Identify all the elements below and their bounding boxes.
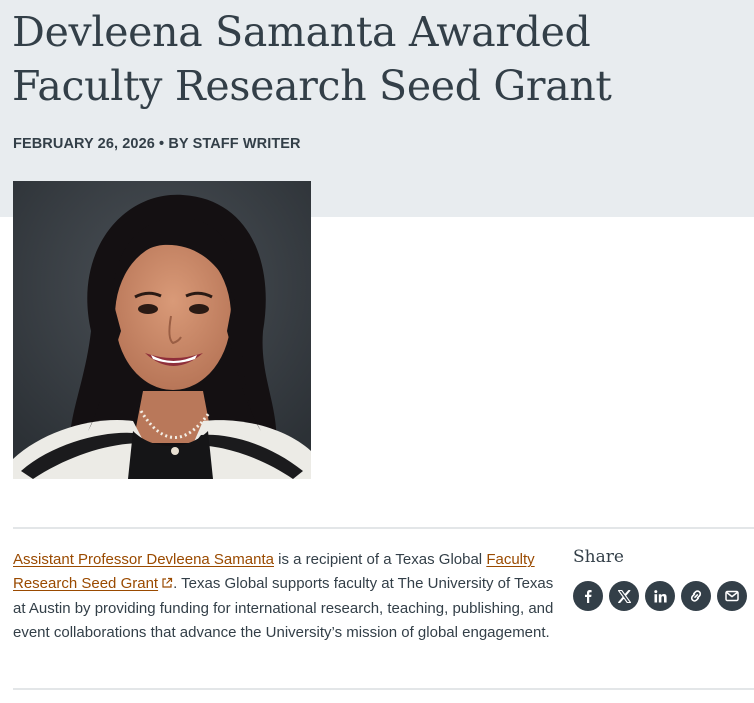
share-linkedin-button[interactable] <box>645 581 675 611</box>
link-icon <box>690 590 702 602</box>
share-buttons <box>573 581 747 611</box>
article-title: Devleena Samanta Awarded Faculty Researc… <box>12 8 612 110</box>
share-email-button[interactable] <box>717 581 747 611</box>
portrait-photo <box>13 181 311 479</box>
external-link-icon <box>162 578 173 589</box>
body-text-segment: is a recipient of a Texas Global <box>273 551 487 568</box>
article-body: Assistant Professor Devleena Samanta is … <box>13 548 558 646</box>
top-divider <box>13 527 754 529</box>
portrait-illustration <box>13 181 311 479</box>
facebook-icon <box>585 590 592 603</box>
bottom-divider <box>13 688 754 690</box>
x-icon <box>617 589 631 603</box>
author-profile-link[interactable]: Assistant Professor Devleena Samanta <box>13 551 274 568</box>
share-facebook-button[interactable] <box>573 581 603 611</box>
article-byline: FEBRUARY 26, 2026 • BY STAFF WRITER <box>13 136 301 152</box>
share-label: Share <box>573 547 624 567</box>
copy-link-button[interactable] <box>681 581 711 611</box>
email-icon <box>725 590 739 602</box>
share-x-button[interactable] <box>609 581 639 611</box>
linkedin-icon <box>653 589 667 602</box>
